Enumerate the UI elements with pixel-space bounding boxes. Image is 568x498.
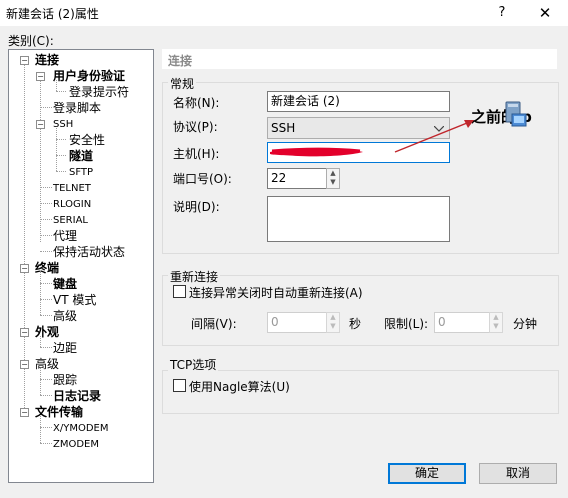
spin-up-icon[interactable]: ▲	[490, 313, 502, 322]
tree-item-margins[interactable]: 边距	[53, 341, 77, 355]
category-tree[interactable]: − − − − − − − 连接 用户身份验证 登录提示符 登录脚本 SSH 安…	[8, 49, 154, 483]
tree-item-rlogin[interactable]: RLOGIN	[53, 198, 91, 212]
interval-spinner[interactable]: ▲ ▼	[326, 312, 340, 333]
page-title: 连接	[168, 54, 193, 68]
tree-item-file-transfer[interactable]: 文件传输	[35, 405, 83, 419]
limit-label: 限制(L):	[384, 317, 429, 331]
collapse-icon[interactable]: −	[36, 72, 45, 81]
arrow-icon	[394, 120, 474, 153]
close-button[interactable]: ✕	[532, 2, 558, 24]
collapse-icon[interactable]: −	[20, 264, 29, 273]
tree-line	[40, 368, 41, 395]
tree-item-advanced-2[interactable]: 高级	[35, 357, 59, 371]
computer-icon	[505, 101, 527, 127]
reconnect-checkbox-label[interactable]: 连接异常关闭时自动重新连接(A)	[189, 284, 363, 301]
spin-up-icon[interactable]: ▲	[327, 313, 339, 322]
tree-line	[40, 107, 52, 108]
tree-item-login-prompts[interactable]: 登录提示符	[69, 85, 129, 99]
cancel-button[interactable]: 取消	[479, 463, 557, 484]
ok-button[interactable]: 确定	[388, 463, 466, 484]
protocol-value: SSH	[271, 121, 296, 135]
reconnect-checkbox[interactable]	[173, 285, 186, 298]
tree-line	[40, 272, 41, 315]
tree-line	[40, 219, 52, 220]
minutes-label: 分钟	[513, 317, 538, 331]
tree-line	[40, 347, 52, 348]
collapse-icon[interactable]: −	[20, 360, 29, 369]
window-title: 新建会话 (2)属性	[6, 7, 99, 21]
host-label: 主机(H):	[173, 147, 220, 161]
tree-line	[40, 283, 52, 284]
help-button[interactable]: ?	[490, 2, 514, 24]
interval-label: 间隔(V):	[191, 317, 237, 331]
tree-item-terminal[interactable]: 终端	[35, 261, 59, 275]
tree-item-proxy[interactable]: 代理	[53, 229, 77, 243]
tree-line	[40, 443, 52, 444]
tree-line	[56, 139, 66, 140]
description-field[interactable]	[267, 196, 450, 242]
tree-item-logging[interactable]: 日志记录	[53, 389, 101, 403]
tree-line	[40, 203, 52, 204]
port-field[interactable]: 22	[267, 168, 327, 189]
collapse-icon[interactable]: −	[20, 408, 29, 417]
tree-line	[56, 155, 66, 156]
limit-spinner[interactable]: ▲ ▼	[489, 312, 503, 333]
tree-item-keyboard[interactable]: 键盘	[53, 277, 77, 291]
tree-item-login-scripts[interactable]: 登录脚本	[53, 101, 101, 115]
port-label: 端口号(O):	[173, 172, 232, 186]
tree-item-tunneling[interactable]: 隧道	[69, 149, 93, 163]
tree-item-sftp[interactable]: SFTP	[69, 166, 93, 180]
tree-item-keepalive[interactable]: 保持活动状态	[53, 245, 125, 259]
page-header: 连接	[162, 49, 557, 69]
name-label: 名称(N):	[173, 96, 220, 110]
nagle-checkbox[interactable]	[173, 379, 186, 392]
collapse-icon[interactable]: −	[20, 328, 29, 337]
interval-field[interactable]: 0	[267, 312, 327, 333]
tree-line	[40, 251, 52, 252]
description-label: 说明(D):	[173, 200, 220, 214]
tree-line	[56, 91, 66, 92]
protocol-label: 协议(P):	[173, 120, 218, 134]
spin-down-icon[interactable]: ▼	[327, 322, 339, 331]
limit-field[interactable]: 0	[434, 312, 494, 333]
general-group-label: 常规	[168, 75, 197, 92]
tree-item-appearance[interactable]: 外观	[35, 325, 59, 339]
tree-item-trace[interactable]: 跟踪	[53, 373, 77, 387]
tree-line	[40, 416, 41, 443]
collapse-icon[interactable]: −	[20, 56, 29, 65]
tree-line	[40, 427, 52, 428]
tree-item-telnet[interactable]: TELNET	[53, 182, 91, 196]
spin-down-icon[interactable]: ▼	[327, 178, 339, 187]
redaction-mark	[270, 147, 363, 157]
tree-line	[56, 171, 66, 172]
tree-line	[40, 299, 52, 300]
tcp-group-label: TCP选项	[168, 356, 219, 373]
tree-line	[40, 235, 52, 236]
tree-line	[40, 315, 52, 316]
tree-line	[40, 395, 52, 396]
spin-up-icon[interactable]: ▲	[327, 169, 339, 178]
tree-line	[56, 128, 57, 171]
tree-line	[40, 379, 52, 380]
seconds-label: 秒	[349, 317, 362, 331]
tree-item-serial[interactable]: SERIAL	[53, 214, 88, 228]
tree-line	[40, 187, 52, 188]
tree-item-zmodem[interactable]: ZMODEM	[53, 438, 99, 452]
tree-item-vt-modes[interactable]: VT 模式	[53, 293, 96, 307]
nagle-checkbox-label[interactable]: 使用Nagle算法(U)	[189, 378, 290, 395]
port-spinner[interactable]: ▲ ▼	[326, 168, 340, 189]
tree-item-xymodem[interactable]: X/YMODEM	[53, 422, 108, 436]
tree-item-advanced[interactable]: 高级	[53, 309, 77, 323]
tree-item-connection[interactable]: 连接	[35, 53, 59, 67]
tree-item-ssh[interactable]: SSH	[53, 118, 73, 132]
tree-line	[40, 72, 41, 242]
collapse-icon[interactable]: −	[36, 120, 45, 129]
tree-item-security[interactable]: 安全性	[69, 133, 105, 147]
spin-down-icon[interactable]: ▼	[490, 322, 502, 331]
category-label: 类别(C):	[8, 34, 54, 48]
reconnect-group-label: 重新连接	[168, 268, 221, 285]
tree-item-user-auth[interactable]: 用户身份验证	[53, 69, 125, 83]
